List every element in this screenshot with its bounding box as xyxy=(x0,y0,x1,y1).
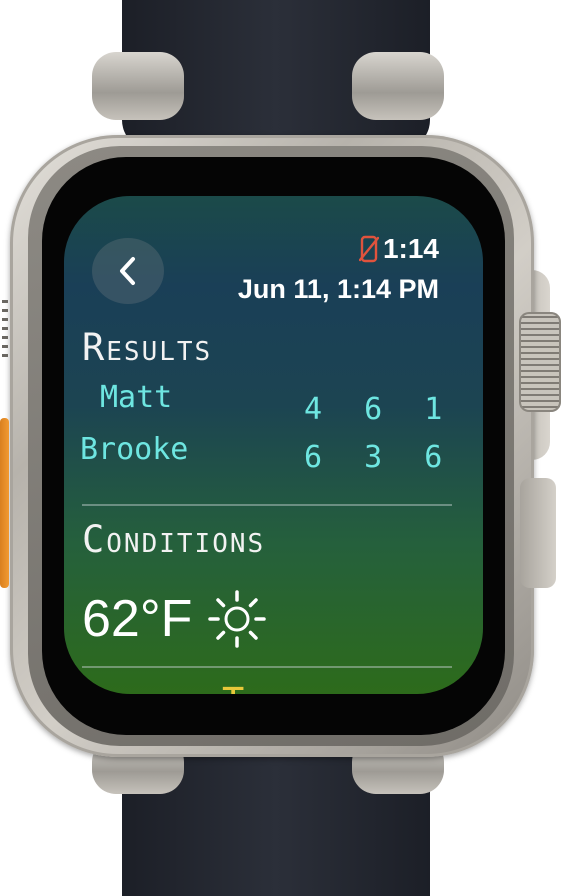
player-name-brooke: Brooke xyxy=(80,432,189,467)
action-button[interactable] xyxy=(0,418,9,588)
temperature-value: 62°F xyxy=(82,590,193,648)
clock-time: 1:14 xyxy=(382,233,439,264)
digital-crown[interactable] xyxy=(519,312,561,412)
chevron-left-icon xyxy=(120,257,135,285)
side-button[interactable] xyxy=(520,478,556,588)
results-heading: Results xyxy=(82,326,213,369)
speaker-holes xyxy=(2,300,8,360)
player-name-matt: Matt xyxy=(100,380,173,415)
sun-icon xyxy=(208,590,267,648)
lug-top-left xyxy=(92,52,184,120)
weather-row: 62°F xyxy=(82,588,268,650)
section-divider-2 xyxy=(82,666,452,668)
lug-top-right xyxy=(352,52,444,120)
back-button[interactable] xyxy=(92,238,164,304)
conditions-heading: Conditions xyxy=(82,518,266,561)
status-bar: 1:14 xyxy=(358,232,439,266)
section-divider xyxy=(82,504,452,506)
phone-disconnected-icon xyxy=(358,235,379,263)
player-scores-brooke: 6 3 6 xyxy=(304,440,455,475)
next-section-time-word: Time xyxy=(222,680,299,694)
next-section-heading: Time xyxy=(82,680,299,694)
player-scores-matt: 4 6 1 xyxy=(304,392,455,427)
date-time: Jun 11, 1:14 PM xyxy=(237,274,439,304)
watch-screen: 1:14 Jun 11, 1:14 PM Results Matt 4 6 1 … xyxy=(64,196,483,694)
